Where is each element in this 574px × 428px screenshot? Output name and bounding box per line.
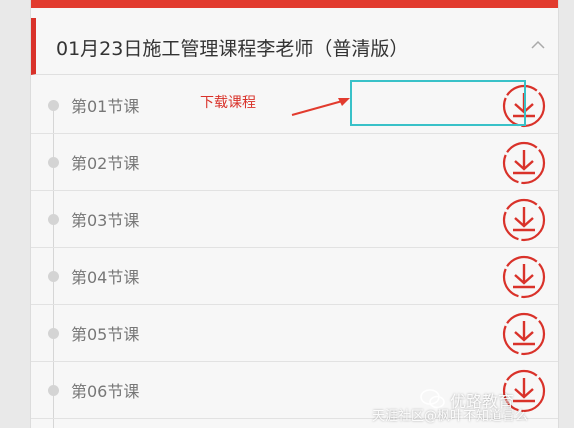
lesson-row[interactable]: 第05节课 bbox=[31, 305, 558, 362]
lesson-label: 第04节课 bbox=[71, 268, 140, 287]
timeline-dot bbox=[48, 328, 59, 339]
download-icon[interactable] bbox=[500, 196, 548, 244]
lesson-row[interactable]: 第04节课 bbox=[31, 248, 558, 305]
lesson-label: 第06节课 bbox=[71, 382, 140, 401]
course-header[interactable]: 01月23日施工管理课程李老师（普清版） bbox=[31, 18, 558, 75]
timeline-dot bbox=[48, 157, 59, 168]
lesson-row[interactable]: 第03节课 bbox=[31, 191, 558, 248]
download-icon[interactable] bbox=[500, 253, 548, 301]
timeline-dot bbox=[48, 271, 59, 282]
lesson-label: 第03节课 bbox=[71, 211, 140, 230]
download-highlight-box bbox=[350, 80, 526, 126]
timeline-dot bbox=[48, 385, 59, 396]
timeline-dot bbox=[48, 214, 59, 225]
lesson-label: 第01节课 bbox=[71, 97, 140, 116]
download-icon[interactable] bbox=[500, 139, 548, 187]
watermark-text: 天涯社区@枫叶不知道冒么 bbox=[372, 409, 529, 424]
course-panel: 01月23日施工管理课程李老师（普清版） 第01节课第02节课第03节课第04节… bbox=[30, 0, 559, 428]
lesson-row[interactable]: 第02节课 bbox=[31, 134, 558, 191]
download-icon[interactable] bbox=[500, 310, 548, 358]
chevron-up-icon[interactable] bbox=[530, 38, 546, 52]
lesson-label: 第02节课 bbox=[71, 154, 140, 173]
lesson-label: 第05节课 bbox=[71, 325, 140, 344]
course-title: 01月23日施工管理课程李老师（普清版） bbox=[56, 38, 409, 60]
timeline-dot bbox=[48, 100, 59, 111]
top-accent-bar bbox=[31, 0, 558, 8]
download-annotation-label: 下载课程 bbox=[200, 95, 256, 111]
annotation-arrow-icon bbox=[291, 98, 350, 116]
